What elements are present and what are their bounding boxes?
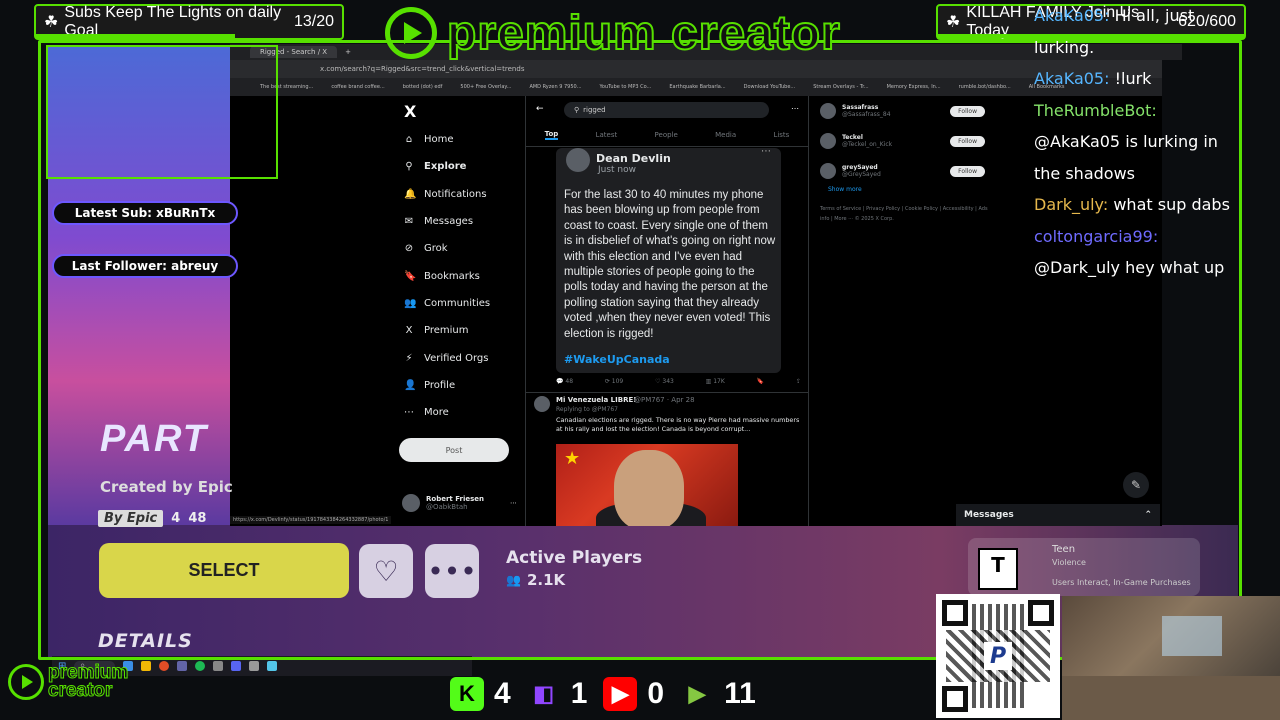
youtube-viewer-count: 0 (647, 677, 665, 710)
chat-text: lurking. (1034, 37, 1095, 57)
taskbar-app-icon[interactable] (194, 661, 205, 671)
chat-text: !lurk (1114, 69, 1152, 88)
chat-message: AkaKa05: Hi all, just (1034, 0, 1274, 32)
taskbar-app-icon[interactable] (176, 661, 187, 671)
play-logo-icon (8, 664, 44, 700)
chat-panel: AkaKa05: Hi all, just lurking. AkaKa05: !l… (1034, 0, 1274, 284)
chat-text: @Dark_uly hey what up (1034, 258, 1225, 277)
taskbar-app-icon[interactable] (266, 661, 277, 671)
brand-name: premium creator (446, 6, 841, 61)
kick-icon: K (450, 677, 484, 711)
chat-message: lurking. (1034, 32, 1274, 64)
rumble-icon: ▶ (688, 681, 706, 706)
twitch-icon: ◧ (533, 681, 555, 706)
chat-text: Hi all, just (1114, 6, 1195, 25)
viewer-counts: K 4 ◧ 1 ▶ 0 ▶ 11 (450, 674, 762, 714)
chat-message: @AkaKa05 is lurking in (1034, 126, 1274, 158)
monitor-shape (1162, 616, 1222, 656)
twitch-viewer-count: 1 (570, 677, 588, 710)
taskbar-app-icon[interactable] (248, 661, 259, 671)
qr-finder (942, 686, 968, 712)
rumble-viewer-count: 11 (724, 677, 756, 710)
paypal-icon: P (984, 642, 1012, 670)
kick-viewer-count: 4 (494, 677, 511, 710)
sub-goal-bar: ☘ Subs Keep The Lights on daily Goal 13/… (34, 4, 344, 40)
chat-message: AkaKa05: !lurk (1034, 63, 1274, 95)
chat-text: the shadows (1034, 163, 1135, 183)
qr-finder (1028, 600, 1054, 626)
taskbar-app-icon[interactable] (212, 661, 223, 671)
brand-logo-small: premium creator (8, 663, 129, 701)
goal-icon: ☘ (44, 14, 59, 31)
desk-shape (1062, 676, 1280, 720)
youtube-icon: ▶ (603, 677, 638, 711)
goal-progress-fill (36, 34, 235, 38)
chat-message: Dark_uly: what sup dabs (1034, 189, 1274, 221)
chat-message: the shadows (1034, 158, 1274, 190)
taskbar-app-icon[interactable] (230, 661, 241, 671)
qr-finder (942, 600, 968, 626)
chat-username: AkaKa05: (1034, 69, 1110, 88)
chat-text: @AkaKa05 is lurking in (1034, 132, 1218, 151)
chat-username: TheRumbleBot: (1034, 100, 1157, 120)
play-logo-icon (385, 7, 437, 59)
chat-username: coltongarcia99: (1034, 226, 1159, 246)
taskbar-app-icon[interactable] (140, 661, 151, 671)
chat-message: TheRumbleBot: (1034, 95, 1274, 127)
webcam-feed (1062, 596, 1280, 720)
goal-value: 13/20 (293, 13, 334, 30)
chat-text: what sup dabs (1113, 195, 1230, 214)
paypal-qr-code: P (936, 594, 1060, 718)
chat-message: @Dark_uly hey what up (1034, 252, 1274, 284)
goal-icon: ☘ (946, 14, 961, 31)
taskbar-app-icon[interactable] (158, 661, 169, 671)
brand-name-line: creator (47, 680, 113, 701)
chat-username: AkaKa05: (1034, 6, 1110, 25)
chat-message: coltongarcia99: (1034, 221, 1274, 253)
chat-username: Dark_uly: (1034, 195, 1109, 214)
brand-logo: premium creator (385, 4, 895, 62)
